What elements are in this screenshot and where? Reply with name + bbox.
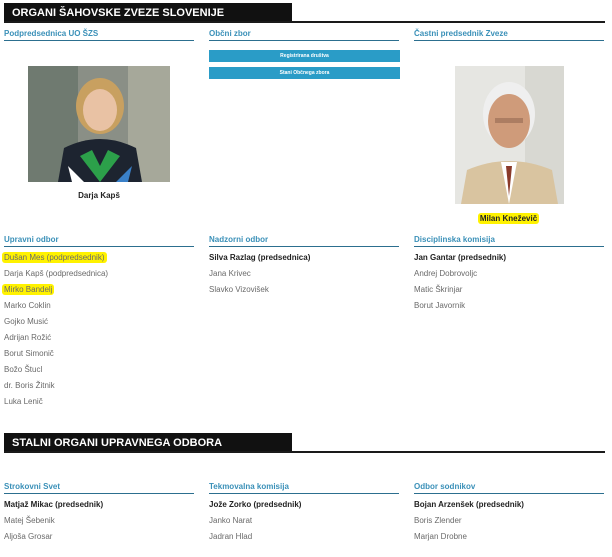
list-disciplinska-komisija: Jan Gantar (predsednik) Andrej Dobrovolj… — [414, 252, 604, 316]
column-strokovni-svet: Strokovni Svet Matjaž Mikac (predsednik)… — [4, 481, 194, 547]
list-item: Dušan Mes (podpredsednik) — [2, 252, 194, 268]
list-item: Marjan Drobne — [414, 532, 467, 541]
list-item: Janko Narat — [209, 516, 253, 525]
list-item: Silva Razlag (predsednica) — [209, 253, 311, 262]
column-upravni-odbor: Upravni odbor Dušan Mes (podpredsednik) … — [2, 234, 194, 412]
column-disciplinska-komisija: Disciplinska komisija Jan Gantar (predse… — [414, 234, 604, 316]
list-item: Jana Krivec — [209, 269, 251, 278]
heading-odbor-sodnikov: Odbor sodnikov — [414, 481, 604, 494]
column-nadzorni-odbor: Nadzorni odbor Silva Razlag (predsednica… — [209, 234, 399, 300]
heading-strokovni-svet: Strokovni Svet — [4, 481, 194, 494]
list-item: Luka Lenič — [4, 397, 43, 406]
photo-podpredsednica — [28, 66, 170, 182]
section-title-organi: ORGANI ŠAHOVSKE ZVEZE SLOVENIJE — [4, 3, 292, 23]
list-item: Jože Zorko (predsednik) — [209, 500, 302, 509]
heading-castni-predsednik: Častni predsednik Zveze — [414, 28, 604, 41]
section-title-stalni: STALNI ORGANI UPRAVNEGA ODBORA — [4, 433, 292, 453]
photo-castni-predsednik — [455, 66, 564, 204]
list-strokovni-svet: Matjaž Mikac (predsednik) Matej Šebenik … — [4, 499, 194, 547]
list-item: Jan Gantar (predsednik) — [414, 253, 507, 262]
list-item-text: Mirko Bandelj — [2, 284, 55, 295]
list-item: Mirko Bandelj — [2, 284, 194, 300]
list-item: Borut Simonič — [4, 349, 54, 358]
heading-obcni-zbor: Občni zbor — [209, 28, 399, 41]
heading-disciplinska-komisija: Disciplinska komisija — [414, 234, 604, 247]
list-upravni-odbor: Dušan Mes (podpredsednik) Darja Kapš (po… — [2, 252, 194, 412]
list-item: Boris Zlender — [414, 516, 462, 525]
column-tekmovalna-komisija: Tekmovalna komisija Jože Zorko (predsedn… — [209, 481, 399, 547]
list-item: Jadran Hlad — [209, 532, 253, 541]
list-item: Matjaž Mikac (predsednik) — [4, 500, 104, 509]
name-castni-predsednik: Milan Kneževič — [455, 213, 564, 224]
column-odbor-sodnikov: Odbor sodnikov Bojan Arzenšek (predsedni… — [414, 481, 604, 547]
section-rule — [4, 451, 605, 453]
list-item: Bojan Arzenšek (predsednik) — [414, 500, 524, 509]
column-obcni-zbor: Občni zbor — [209, 28, 399, 41]
list-item: Matic Škrinjar — [414, 285, 463, 294]
column-podpredsednica: Podpredsednica UO ŠZS — [4, 28, 194, 41]
button-registrirana-drustva[interactable]: Registrirana društva — [209, 50, 400, 62]
list-tekmovalna-komisija: Jože Zorko (predsednik) Janko Narat Jadr… — [209, 499, 399, 547]
section-rule — [4, 21, 605, 23]
list-item-text: Dušan Mes (podpredsednik) — [2, 252, 107, 263]
list-odbor-sodnikov: Bojan Arzenšek (predsednik) Boris Zlende… — [414, 499, 604, 547]
list-item: Božo Štucl — [4, 365, 43, 374]
list-item: Borut Javornik — [414, 301, 466, 310]
heading-upravni-odbor: Upravni odbor — [4, 234, 194, 247]
heading-tekmovalna-komisija: Tekmovalna komisija — [209, 481, 399, 494]
button-stani-obcnega-zbora[interactable]: Stani Občnega zbora — [209, 67, 400, 79]
list-item: Aljoša Grosar — [4, 532, 53, 541]
list-item: Marko Coklin — [4, 301, 51, 310]
list-item: Darja Kapš (podpredsednica) — [4, 269, 109, 278]
heading-podpredsednica: Podpredsednica UO ŠZS — [4, 28, 194, 41]
name-podpredsednica: Darja Kapš — [78, 191, 120, 200]
list-item: dr. Boris Žitnik — [4, 381, 55, 390]
name-castni-predsednik-text: Milan Kneževič — [477, 213, 540, 224]
heading-nadzorni-odbor: Nadzorni odbor — [209, 234, 399, 247]
list-nadzorni-odbor: Silva Razlag (predsednica) Jana Krivec S… — [209, 252, 399, 300]
list-item: Matej Šebenik — [4, 516, 55, 525]
column-castni-predsednik: Častni predsednik Zveze — [414, 28, 604, 41]
list-item: Slavko Vizovišek — [209, 285, 269, 294]
list-item: Gojko Musić — [4, 317, 49, 326]
list-item: Andrej Dobrovoljc — [414, 269, 478, 278]
list-item: Adrijan Rožić — [4, 333, 52, 342]
